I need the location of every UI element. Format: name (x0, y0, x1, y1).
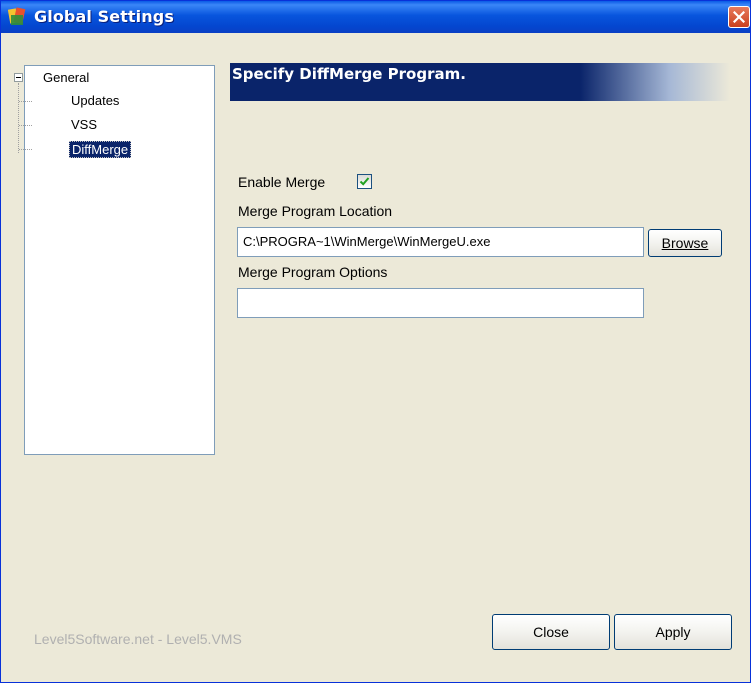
tree-item-diffmerge[interactable]: DiffMerge (69, 141, 132, 158)
title-bar[interactable]: Global Settings (1, 1, 750, 33)
apply-button-label: Apply (655, 624, 691, 640)
tree-item-general[interactable]: General (43, 70, 89, 85)
tree-item-vss[interactable]: VSS (71, 117, 97, 132)
enable-merge-label: Enable Merge (238, 174, 326, 190)
merge-options-input[interactable] (237, 288, 644, 318)
close-button[interactable]: Close (492, 614, 610, 650)
browse-button-label: Browse (661, 235, 709, 251)
settings-tree[interactable] (24, 65, 215, 455)
tree-item-updates[interactable]: Updates (71, 93, 119, 108)
close-icon (733, 11, 745, 23)
merge-options-label: Merge Program Options (238, 264, 388, 280)
section-header: Specify DiffMerge Program. (230, 63, 730, 101)
section-title: Specify DiffMerge Program. (232, 65, 466, 83)
global-settings-window: Global Settings General Updates VSS Diff… (0, 0, 751, 683)
collapse-toggle-icon[interactable] (14, 73, 23, 82)
tree-connector (19, 125, 32, 126)
app-icon (7, 7, 28, 27)
browse-button[interactable]: Browse (648, 229, 722, 257)
window-close-button[interactable] (728, 6, 750, 28)
merge-location-label: Merge Program Location (238, 203, 393, 219)
brand-footer: Level5Software.net - Level5.VMS (34, 631, 242, 647)
tree-connector (18, 83, 19, 153)
merge-location-input[interactable]: C:\PROGRA~1\WinMerge\WinMergeU.exe (237, 227, 644, 257)
tree-connector (19, 149, 32, 150)
close-button-label: Close (533, 624, 569, 640)
apply-button[interactable]: Apply (614, 614, 732, 650)
tree-connector (19, 101, 32, 102)
window-title: Global Settings (34, 7, 174, 26)
checkmark-icon (359, 177, 370, 186)
enable-merge-checkbox[interactable] (357, 174, 372, 189)
